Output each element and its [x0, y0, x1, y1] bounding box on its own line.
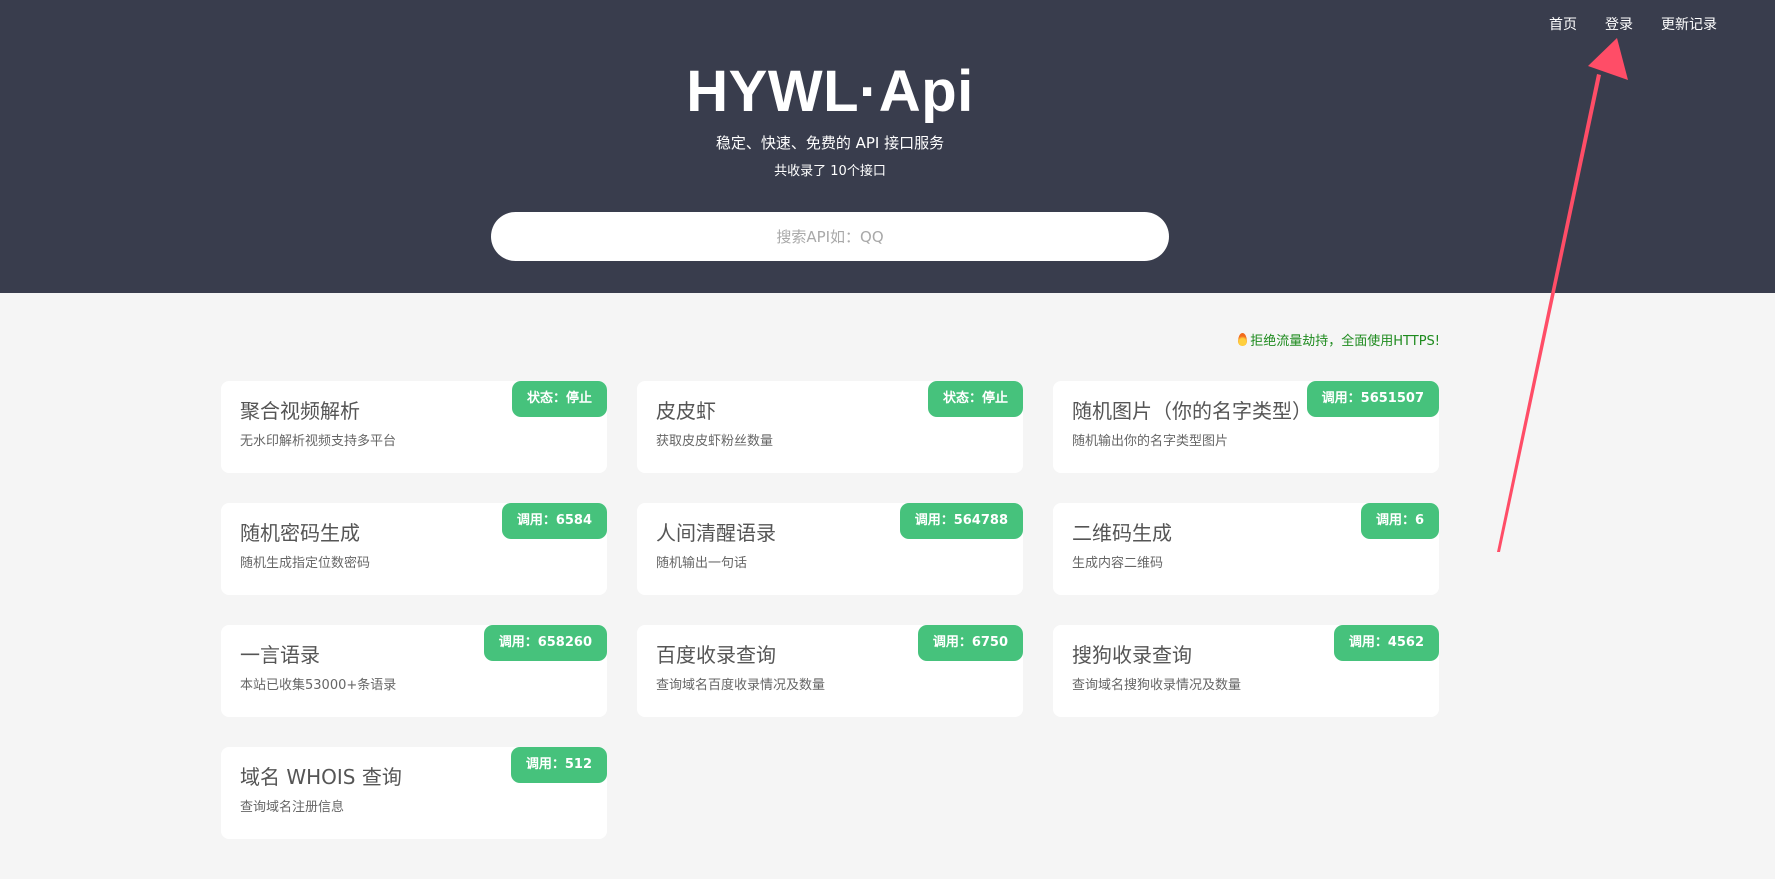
api-card-desc: 生成内容二维码: [1072, 556, 1164, 571]
api-card[interactable]: 二维码生成 生成内容二维码 调用：6: [1053, 503, 1439, 595]
site-title: HYWL·Api: [686, 59, 974, 124]
api-card-desc: 随机输出一句话: [656, 556, 748, 571]
call-count-badge: 调用：5651507: [1306, 381, 1439, 417]
https-notice-text: 拒绝流量劫持，全面使用HTTPS!: [1250, 334, 1440, 349]
top-nav: 首页 登录 更新记录: [1549, 14, 1717, 34]
api-card[interactable]: 百度收录查询 查询域名百度收录情况及数量 调用：6750: [637, 625, 1023, 717]
call-count-badge: 调用：6584: [501, 503, 607, 539]
header: 首页 登录 更新记录 HYWL·Api 稳定、快速、免费的 API 接口服务 共…: [0, 0, 1775, 293]
call-count-badge: 调用：512: [510, 747, 607, 783]
api-card-desc: 获取皮皮虾粉丝数量: [656, 434, 774, 449]
status-badge: 状态：停止: [927, 381, 1023, 417]
search-input[interactable]: [491, 212, 1169, 261]
https-notice: 拒绝流量劫持，全面使用HTTPS!: [1238, 330, 1440, 349]
api-card[interactable]: 聚合视频解析 无水印解析视频支持多平台 状态：停止: [221, 381, 607, 473]
api-card-desc: 查询域名百度收录情况及数量: [656, 678, 826, 693]
nav-changelog-link[interactable]: 更新记录: [1661, 14, 1717, 34]
api-card-grid: 聚合视频解析 无水印解析视频支持多平台 状态：停止 皮皮虾 获取皮皮虾粉丝数量 …: [221, 381, 1439, 839]
fire-icon: [1238, 333, 1248, 346]
nav-home-link[interactable]: 首页: [1549, 14, 1577, 34]
api-card[interactable]: 域名 WHOIS 查询 查询域名注册信息 调用：512: [221, 747, 607, 839]
call-count-badge: 调用：658260: [483, 625, 607, 661]
nav-login-link[interactable]: 登录: [1605, 14, 1633, 34]
api-card[interactable]: 随机图片（你的名字类型） 随机输出你的名字类型图片 调用：5651507: [1053, 381, 1439, 473]
api-card-desc: 查询域名搜狗收录情况及数量: [1072, 678, 1242, 693]
api-card-desc: 无水印解析视频支持多平台: [240, 434, 397, 449]
status-badge: 状态：停止: [511, 381, 607, 417]
api-card-desc: 本站已收集53000+条语录: [240, 678, 397, 693]
api-card[interactable]: 搜狗收录查询 查询域名搜狗收录情况及数量 调用：4562: [1053, 625, 1439, 717]
call-count-badge: 调用：6: [1360, 503, 1439, 539]
call-count-badge: 调用：564788: [899, 503, 1023, 539]
site-subtitle: 稳定、快速、免费的 API 接口服务: [715, 134, 945, 152]
api-card[interactable]: 一言语录 本站已收集53000+条语录 调用：658260: [221, 625, 607, 717]
api-card-desc: 随机输出你的名字类型图片: [1072, 434, 1229, 449]
api-card[interactable]: 皮皮虾 获取皮皮虾粉丝数量 状态：停止: [637, 381, 1023, 473]
api-count: 共收录了 10个接口: [774, 164, 886, 179]
call-count-badge: 调用：4562: [1333, 625, 1439, 661]
api-card-desc: 随机生成指定位数密码: [240, 556, 371, 571]
api-card[interactable]: 人间清醒语录 随机输出一句话 调用：564788: [637, 503, 1023, 595]
api-card-desc: 查询域名注册信息: [240, 800, 345, 815]
api-card[interactable]: 随机密码生成 随机生成指定位数密码 调用：6584: [221, 503, 607, 595]
call-count-badge: 调用：6750: [917, 625, 1023, 661]
